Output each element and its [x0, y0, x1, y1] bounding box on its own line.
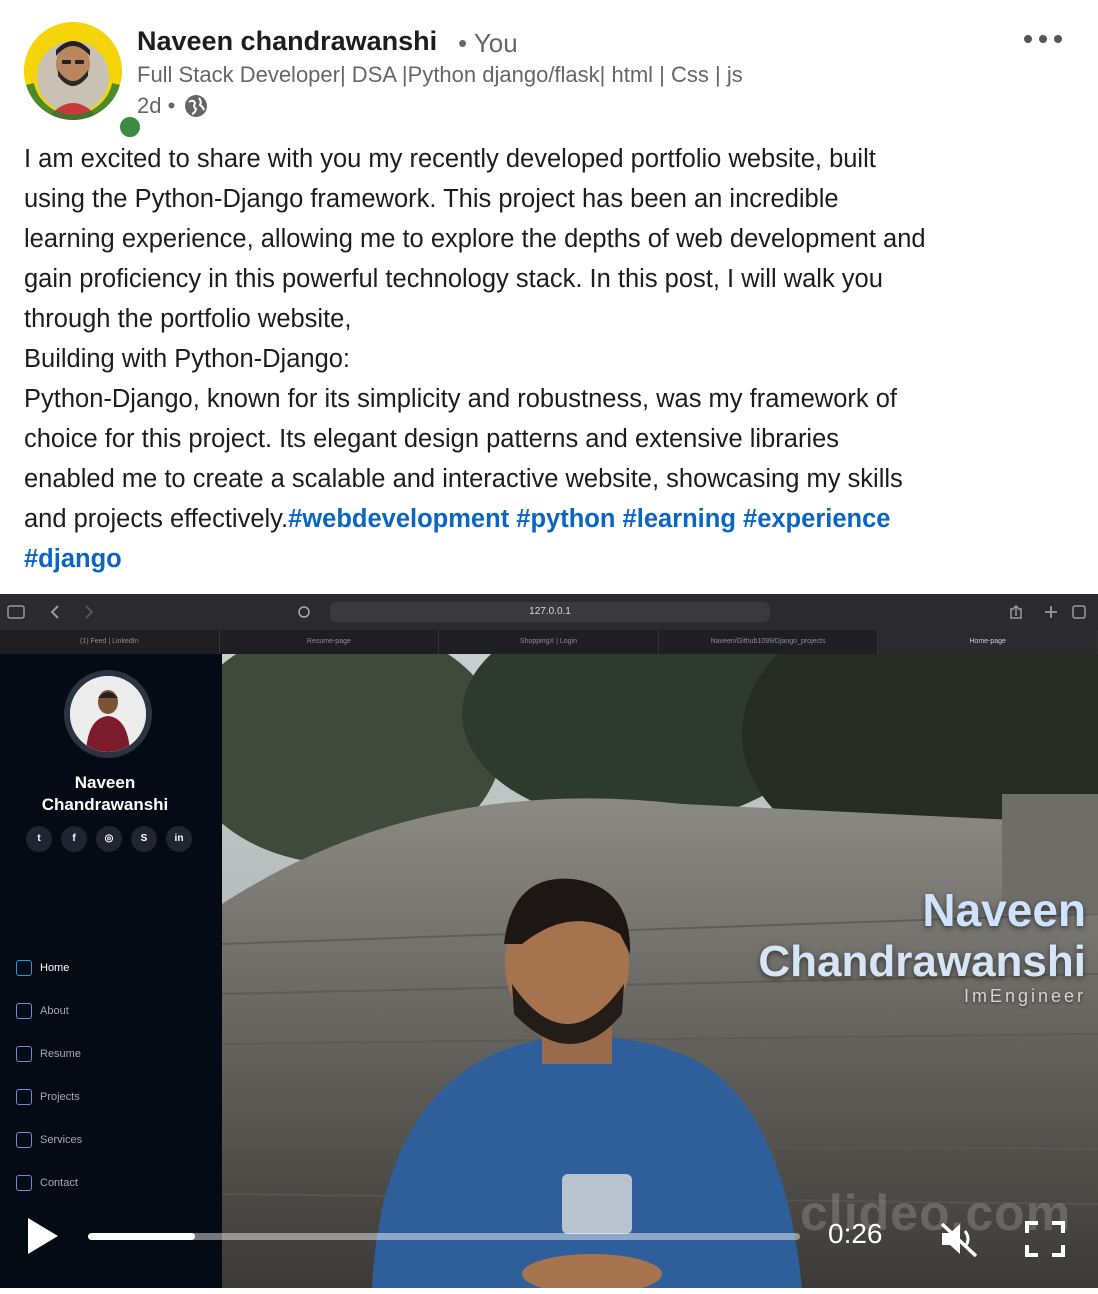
- more-dot: [1039, 35, 1047, 43]
- hashtag-link[interactable]: #python: [516, 505, 615, 533]
- post-text-line-with-hashtags: and projects effectively.#webdevelopment…: [24, 499, 1074, 539]
- nav-item-about: About: [16, 989, 82, 1032]
- browser-url-bar: 127.0.0.1: [330, 602, 770, 622]
- more-dot: [1054, 35, 1062, 43]
- more-dot: [1024, 35, 1032, 43]
- portfolio-nav: Home About Resume Projects Services Cont…: [16, 946, 82, 1204]
- server-icon: [16, 1131, 32, 1148]
- browser-tab: (1) Feed | LinkedIn: [0, 630, 220, 654]
- social-links: t f ◎ S in: [26, 826, 192, 852]
- sidebar-name-line: Naveen: [74, 773, 136, 792]
- video-player[interactable]: 127.0.0.1 (1) Feed | LinkedIn Resume-pag…: [0, 594, 1098, 1288]
- nav-label: Projects: [40, 1090, 80, 1103]
- portfolio-sidebar-name: Naveen Chandrawanshi: [0, 772, 210, 816]
- nav-item-resume: Resume: [16, 1032, 82, 1075]
- hashtag-line: #django: [24, 539, 1074, 579]
- portfolio-profile-photo: [64, 670, 152, 758]
- post-header: Naveen chandrawanshi • You Full Stack De…: [0, 0, 1098, 141]
- portfolio-sidebar: Naveen Chandrawanshi t f ◎ S in Home Abo…: [0, 654, 222, 1288]
- hashtag-link[interactable]: #django: [24, 545, 122, 573]
- hashtag-link[interactable]: #webdevelopment: [288, 505, 509, 533]
- hashtag-link[interactable]: #experience: [743, 505, 890, 533]
- connection-degree: • You: [458, 28, 518, 58]
- sidebar-name-line: Chandrawanshi: [41, 795, 169, 814]
- browser-tab: Resume-page: [220, 630, 440, 654]
- instagram-icon: ◎: [96, 826, 122, 852]
- person-icon: [16, 1002, 32, 1019]
- browser-toolbar: 127.0.0.1: [0, 594, 1098, 630]
- post-text-line: using the Python-Django framework. This …: [24, 185, 839, 213]
- fullscreen-icon: [1025, 1221, 1065, 1257]
- hero-subtitle: ImEngineer: [963, 986, 1086, 1006]
- post-text-line: enabled me to create a scalable and inte…: [24, 465, 903, 493]
- browser-tab-active: Home-page: [878, 630, 1098, 654]
- post-text-line: learning experience, allowing me to expl…: [24, 225, 926, 253]
- hero-name: Naveen Chandrawanshi: [758, 884, 1086, 988]
- video-progress-fill: [88, 1233, 195, 1240]
- fullscreen-button[interactable]: [1024, 1220, 1066, 1258]
- post-time: 2d •: [137, 93, 176, 118]
- more-options-button[interactable]: [1024, 30, 1070, 48]
- envelope-icon: [16, 1174, 32, 1191]
- post-text-line: I am excited to share with you my recent…: [24, 145, 876, 173]
- video-time: 0:26: [828, 1218, 883, 1249]
- post-text-line: choice for this project. Its elegant des…: [24, 425, 840, 453]
- nav-item-home: Home: [16, 946, 82, 989]
- mute-button[interactable]: [938, 1220, 980, 1258]
- browser-tab: Naveen/Github1099/Django_projects: [659, 630, 879, 654]
- file-icon: [16, 1045, 32, 1062]
- author-headline: Full Stack Developer| DSA |Python django…: [137, 62, 743, 87]
- book-icon: [16, 1088, 32, 1105]
- post-text: I am excited to share with you my recent…: [24, 139, 1074, 579]
- nav-item-projects: Projects: [16, 1075, 82, 1118]
- hashtag-link[interactable]: #learning: [623, 505, 736, 533]
- linkedin-icon: in: [166, 826, 192, 852]
- video-controls: 0:26: [0, 1202, 1098, 1288]
- hero-name-line: Chandrawanshi: [758, 937, 1086, 986]
- twitter-icon: t: [26, 826, 52, 852]
- post-text-line: and projects effectively.: [24, 505, 289, 533]
- nav-label: Contact: [40, 1176, 78, 1189]
- play-button[interactable]: [26, 1216, 60, 1256]
- nav-item-contact: Contact: [16, 1161, 82, 1204]
- post-text-line: Python-Django, known for its simplicity …: [24, 385, 898, 413]
- nav-item-services: Services: [16, 1118, 82, 1161]
- play-icon: [28, 1218, 58, 1254]
- author-name[interactable]: Naveen chandrawanshi: [137, 26, 437, 57]
- post-text-line: gain proficiency in this powerful techno…: [24, 265, 883, 293]
- video-progress-bar[interactable]: [88, 1233, 800, 1240]
- nav-label: Services: [40, 1133, 83, 1146]
- home-icon: [16, 959, 32, 976]
- post-text-line: Building with Python-Django:: [24, 345, 351, 373]
- facebook-icon: f: [61, 826, 87, 852]
- muted-speaker-icon: [940, 1222, 978, 1258]
- skype-icon: S: [131, 826, 157, 852]
- post-text-line: through the portfolio website,: [24, 305, 352, 333]
- avatar: [24, 22, 122, 120]
- globe-icon: [183, 93, 209, 119]
- browser-tab: ShoppingX | Login: [439, 630, 659, 654]
- hero-name-line: Naveen: [922, 884, 1086, 936]
- author-avatar[interactable]: [24, 22, 144, 141]
- browser-tabs: (1) Feed | LinkedIn Resume-page Shopping…: [0, 630, 1098, 654]
- nav-label: Resume: [40, 1047, 81, 1060]
- nav-label: Home: [40, 961, 70, 974]
- nav-label: About: [40, 1004, 69, 1017]
- post-meta: 2d •: [137, 93, 209, 119]
